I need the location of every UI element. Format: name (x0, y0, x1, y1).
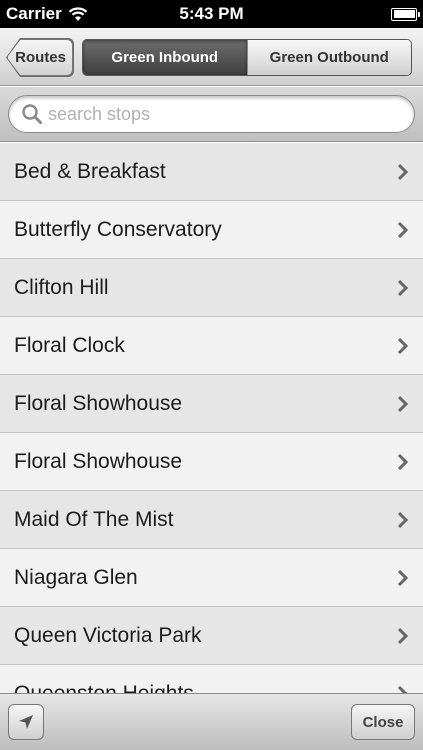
search-icon (22, 104, 42, 124)
chevron-right-icon (397, 163, 409, 180)
stop-name: Maid Of The Mist (14, 507, 174, 531)
stop-row[interactable]: Floral Showhouse (0, 433, 423, 491)
status-bar: Carrier 5:43 PM (0, 0, 423, 28)
segment-green-outbound[interactable]: Green Outbound (246, 40, 411, 75)
chevron-right-icon (397, 685, 408, 693)
stop-name: Queen Victoria Park (14, 623, 202, 647)
chevron-right-icon (397, 569, 409, 586)
chevron-right-icon (397, 511, 409, 528)
stop-row[interactable]: Butterfly Conservatory (0, 201, 423, 259)
stop-row[interactable]: Maid Of The Mist (0, 491, 423, 549)
stop-row[interactable]: Clifton Hill (0, 259, 423, 317)
stop-name: Niagara Glen (14, 565, 138, 589)
chevron-right-icon (397, 453, 409, 470)
stop-row[interactable]: Queenston Heights (0, 665, 423, 693)
segment-green-inbound[interactable]: Green Inbound (83, 40, 247, 75)
segment-label: Green Outbound (269, 49, 389, 66)
chevron-right-icon (397, 627, 409, 644)
search-bar (0, 87, 423, 142)
search-input[interactable] (48, 103, 388, 125)
stop-row[interactable]: Niagara Glen (0, 549, 423, 607)
stop-row[interactable]: Floral Showhouse (0, 375, 423, 433)
close-button-label: Close (362, 713, 404, 731)
close-button[interactable]: Close (351, 704, 415, 740)
stop-name: Queenston Heights (14, 681, 194, 694)
back-button-label: Routes (15, 49, 66, 66)
routes-back-button[interactable]: Routes (7, 39, 73, 76)
segment-label: Green Inbound (111, 49, 219, 66)
status-left: Carrier (6, 4, 88, 24)
stop-name: Floral Clock (14, 333, 125, 357)
carrier-label: Carrier (6, 4, 62, 23)
stop-name: Butterfly Conservatory (14, 217, 222, 241)
stop-name: Bed & Breakfast (14, 159, 166, 183)
stop-row[interactable]: Floral Clock (0, 317, 423, 375)
search-field[interactable] (8, 95, 415, 133)
stop-name: Floral Showhouse (14, 391, 183, 415)
locate-button[interactable] (8, 704, 44, 740)
chevron-right-icon (397, 395, 409, 412)
stop-row[interactable]: Queen Victoria Park (0, 607, 423, 665)
stop-name: Floral Showhouse (14, 449, 183, 473)
wifi-icon (68, 6, 88, 21)
chevron-right-icon (397, 221, 409, 238)
chevron-right-icon (397, 337, 409, 354)
battery-icon (391, 7, 420, 21)
stop-name: Clifton Hill (14, 275, 109, 299)
direction-segmented-control: Green Inbound Green Outbound (82, 39, 412, 76)
location-arrow-icon (19, 715, 33, 729)
bottom-toolbar: Close (0, 693, 423, 750)
stop-list: Bed & Breakfast Butterfly Conservatory C… (0, 143, 423, 693)
stop-row[interactable]: Bed & Breakfast (0, 143, 423, 201)
chevron-right-icon (397, 279, 409, 296)
nav-bar: Routes Green Inbound Green Outbound (0, 28, 423, 86)
